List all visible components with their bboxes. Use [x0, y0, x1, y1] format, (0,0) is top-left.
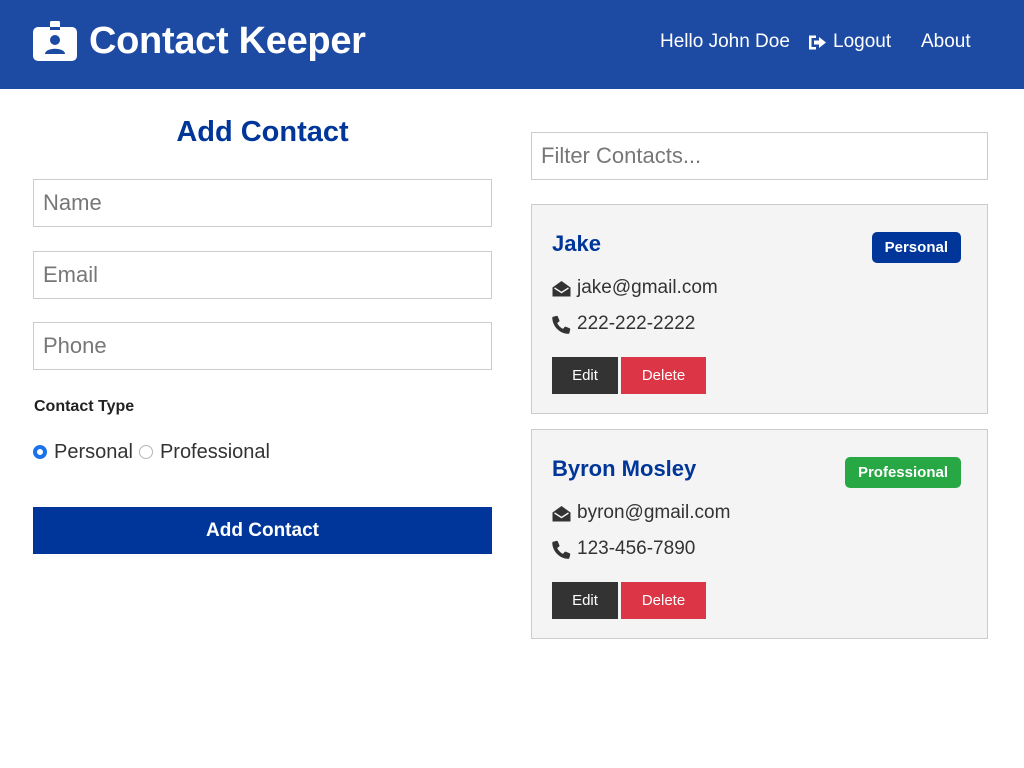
- phone-input[interactable]: [33, 322, 492, 370]
- contact-type-label: Contact Type: [34, 398, 135, 415]
- logout-link[interactable]: Logout: [808, 30, 891, 54]
- sign-out-icon: [808, 34, 833, 51]
- edit-button[interactable]: Edit: [552, 357, 618, 394]
- phone-icon: [552, 540, 577, 559]
- personal-radio-label[interactable]: Personal: [54, 441, 133, 464]
- add-contact-heading: Add Contact: [176, 116, 349, 148]
- brand-title: Contact Keeper: [89, 20, 366, 62]
- envelope-open-icon: [552, 279, 577, 298]
- user-greeting: Hello John Doe: [660, 31, 790, 52]
- personal-radio[interactable]: [33, 445, 47, 459]
- delete-button[interactable]: Delete: [621, 582, 706, 619]
- contact-type-badge: Personal: [871, 232, 961, 263]
- id-badge-icon: [33, 21, 77, 61]
- contact-card: Jake Personal jake@gmail.com 222-222-222…: [531, 204, 988, 414]
- brand-link[interactable]: Contact Keeper: [33, 20, 366, 62]
- professional-radio-label[interactable]: Professional: [160, 441, 270, 464]
- contact-phone-row: 123-456-7890: [552, 537, 695, 561]
- phone-icon: [552, 315, 577, 334]
- contact-phone: 123-456-7890: [577, 538, 696, 559]
- contact-email: byron@gmail.com: [577, 502, 731, 523]
- edit-button[interactable]: Edit: [552, 582, 618, 619]
- about-link[interactable]: About: [921, 30, 971, 54]
- contact-type-radio-group: Personal Professional: [33, 440, 276, 464]
- contact-phone: 222-222-2222: [577, 313, 696, 334]
- logout-label: Logout: [833, 31, 892, 52]
- contact-email-row: byron@gmail.com: [552, 501, 730, 525]
- contact-email: jake@gmail.com: [577, 277, 718, 298]
- filter-contacts-input[interactable]: [531, 132, 988, 180]
- delete-button[interactable]: Delete: [621, 357, 706, 394]
- navbar: Contact Keeper Hello John Doe Logout Abo…: [0, 0, 1024, 89]
- envelope-open-icon: [552, 504, 577, 523]
- contact-name: Byron Mosley: [552, 456, 697, 481]
- contact-card: Byron Mosley Professional byron@gmail.co…: [531, 429, 988, 639]
- contact-email-row: jake@gmail.com: [552, 276, 718, 300]
- contact-name: Jake: [552, 231, 601, 256]
- email-input[interactable]: [33, 251, 492, 299]
- contact-type-badge: Professional: [844, 457, 961, 488]
- name-input[interactable]: [33, 179, 492, 227]
- professional-radio[interactable]: [138, 445, 153, 459]
- add-contact-button[interactable]: Add Contact: [33, 507, 492, 554]
- contact-phone-row: 222-222-2222: [552, 312, 695, 336]
